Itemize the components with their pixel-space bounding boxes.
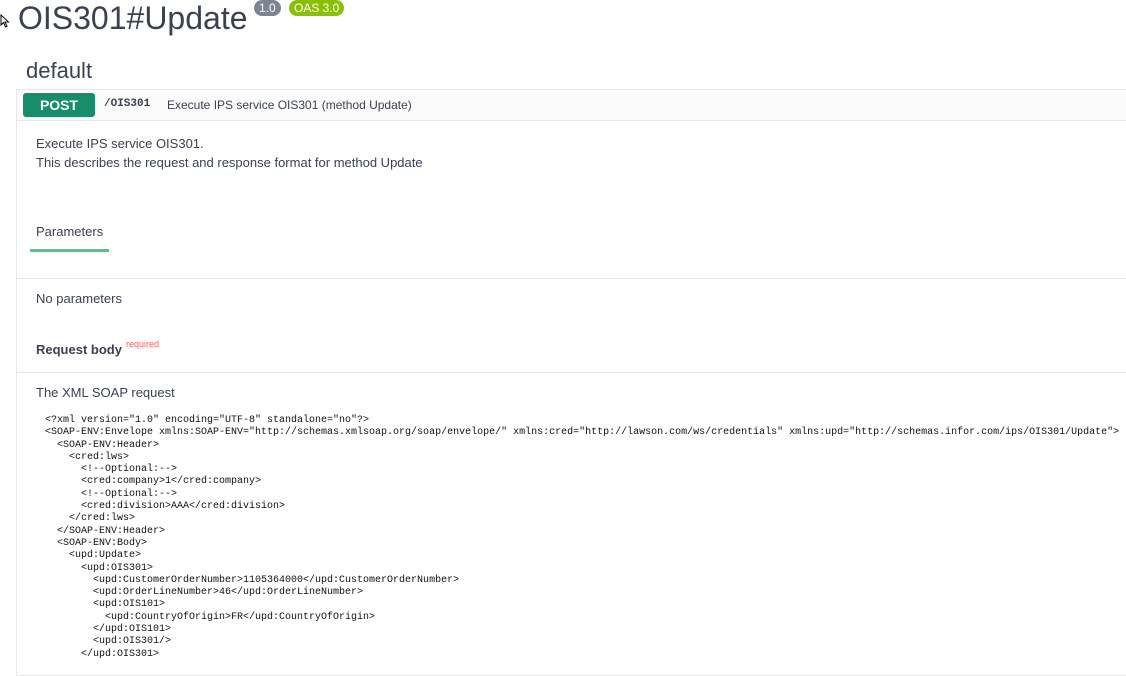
xml-line: <SOAP-ENV:Envelope xmlns:SOAP-ENV="http:…: [45, 427, 1120, 439]
xml-line: <cred:division>AAA</cred:division>: [45, 501, 286, 513]
xml-line: <upd:OIS301/>: [45, 636, 172, 648]
tag-section-title[interactable]: default: [26, 58, 92, 84]
xml-line: </upd:OIS301>: [45, 648, 160, 660]
parameters-header: Parameters: [17, 202, 1126, 279]
xml-line: <upd:OIS101>: [45, 599, 166, 611]
operation-summary-bar[interactable]: POST /OIS301 Execute IPS service OIS301 …: [17, 90, 1126, 121]
operation-block: POST /OIS301 Execute IPS service OIS301 …: [16, 89, 1126, 676]
xml-code-block[interactable]: <?xml version="1.0" encoding="UTF-8" sta…: [25, 409, 1126, 669]
xml-line: <!--Optional:-->: [45, 464, 178, 476]
operation-description: Execute IPS service OIS301. This describ…: [36, 134, 423, 172]
tab-parameters[interactable]: Parameters: [36, 224, 103, 239]
request-body-header: Request body required: [17, 322, 1126, 373]
xml-code: <?xml version="1.0" encoding="UTF-8" sta…: [25, 409, 1126, 667]
operation-summary: Execute IPS service OIS301 (method Updat…: [167, 98, 412, 112]
xml-line: <!--Optional:-->: [45, 488, 178, 500]
page-title: OIS301#Update: [18, 0, 248, 36]
xml-line: <upd:CountryOfOrigin>FR</upd:CountryOfOr…: [45, 611, 376, 623]
description-line: Execute IPS service OIS301.: [36, 136, 204, 151]
xml-line: <cred:company>1</cred:company>: [45, 476, 262, 488]
active-tab-indicator: [30, 249, 109, 252]
xml-line: <?xml version="1.0" encoding="UTF-8" sta…: [45, 415, 370, 426]
xml-line: <cred:lws>: [45, 451, 130, 463]
xml-line: <upd:CustomerOrderNumber>1105364000</upd…: [45, 574, 460, 586]
operation-path: /OIS301: [104, 98, 151, 110]
http-method-badge: POST: [23, 93, 95, 117]
xml-line: <SOAP-ENV:Header>: [45, 439, 160, 451]
request-body-title: Request body: [36, 342, 122, 357]
xml-line: <SOAP-ENV:Body>: [45, 537, 148, 549]
version-badge: 1.0: [254, 0, 281, 16]
xml-line: <upd:OIS301>: [45, 562, 154, 574]
mouse-pointer-icon: [0, 14, 10, 28]
required-label: required: [126, 339, 160, 349]
xml-line: </upd:OIS101>: [45, 624, 172, 636]
description-line: This describes the request and response …: [36, 155, 423, 170]
oas-badge: OAS 3.0: [289, 0, 345, 16]
xml-request-title: The XML SOAP request: [36, 385, 175, 400]
xml-line: <upd:Update>: [45, 550, 142, 562]
xml-line: <upd:OrderLineNumber>46</upd:OrderLineNu…: [45, 587, 364, 599]
xml-line: </SOAP-ENV:Header>: [45, 525, 166, 537]
xml-line: </cred:lws>: [45, 513, 136, 525]
no-parameters-text: No parameters: [36, 291, 122, 306]
